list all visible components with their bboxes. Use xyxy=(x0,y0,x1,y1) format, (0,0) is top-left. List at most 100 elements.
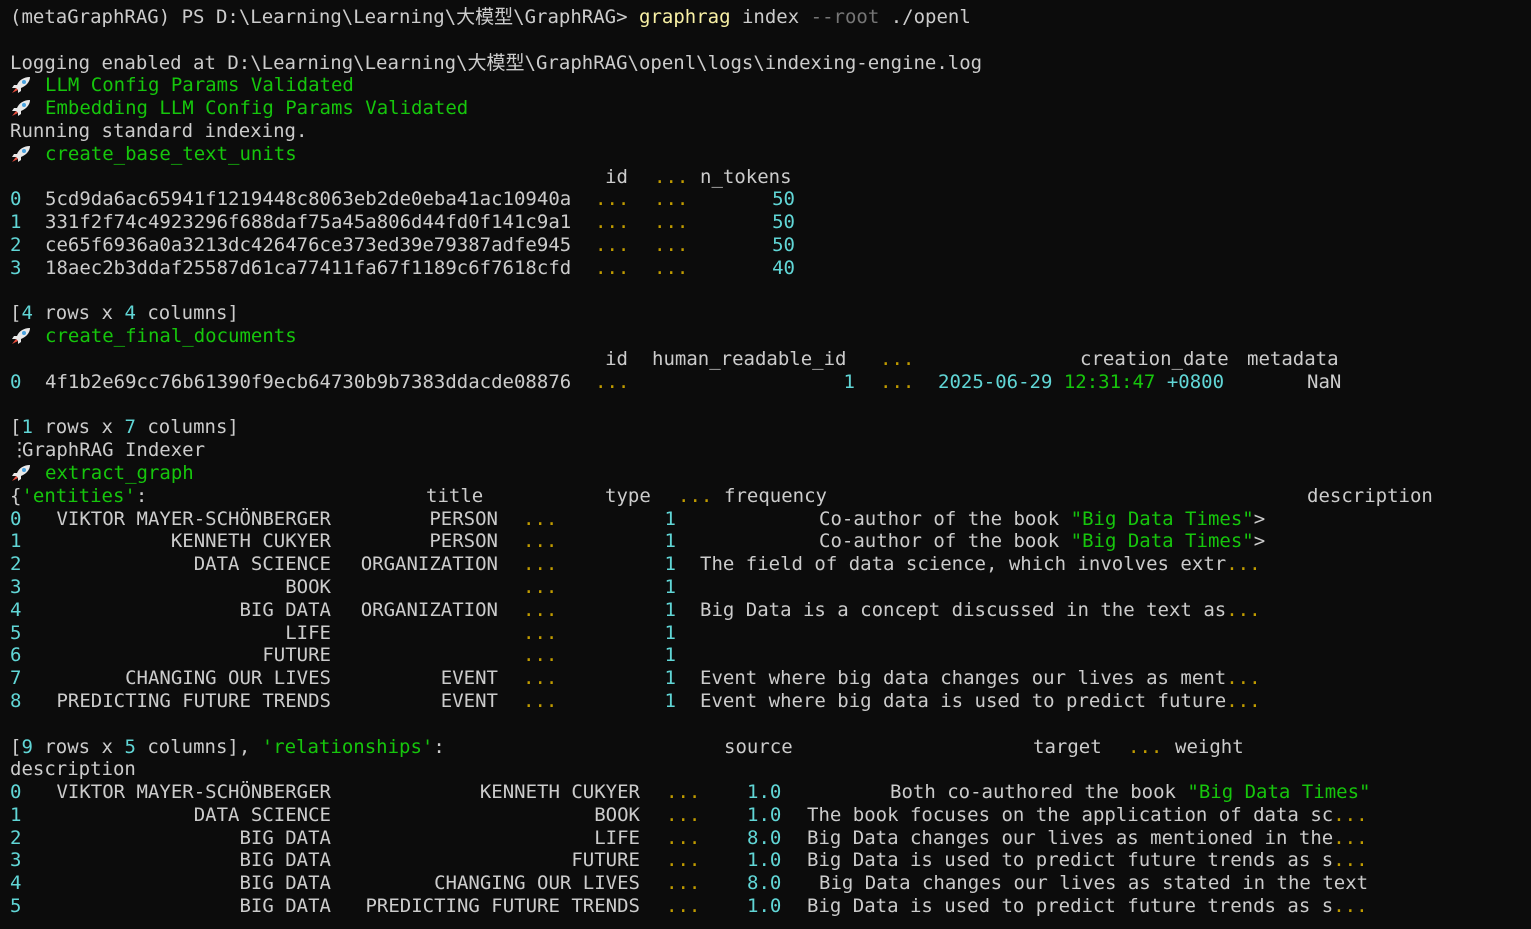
row-weight: 1.0 xyxy=(747,781,782,804)
description-quote: "Big Data Times" xyxy=(1070,507,1254,530)
row-frequency: 1 xyxy=(664,530,676,553)
row-target: BOOK xyxy=(594,803,640,826)
row-title: KENNETH CUKYER xyxy=(170,530,331,553)
col-header-target: target xyxy=(1033,735,1102,758)
step-text: LLM Config Params Validated xyxy=(45,74,354,97)
row-index: 3 xyxy=(10,256,22,279)
row-index: 6 xyxy=(10,644,22,667)
cols-label: columns], xyxy=(147,735,251,758)
row-id: 4f1b2e69cc76b61390f9ecb64730b9b7383ddacd… xyxy=(45,370,572,393)
table-row: 7 CHANGING OUR LIVES EVENT ... 1 Event w… xyxy=(10,667,1531,690)
ellipsis: ... xyxy=(666,849,701,872)
description-quote: "Big Data Times" xyxy=(1070,530,1254,553)
text-units-header: id ... n_tokens xyxy=(10,166,1531,189)
text-units-summary: [4 rows x 4 columns] xyxy=(10,302,239,325)
step-text-units: create_base_text_units xyxy=(10,143,1531,166)
row-n-tokens: 40 xyxy=(772,256,795,279)
row-index: 7 xyxy=(10,667,22,690)
row-type: ORGANIZATION xyxy=(360,598,498,621)
row-source: BIG DATA xyxy=(239,872,331,895)
row-index: 1 xyxy=(10,211,22,234)
truncation-ellipsis: ... xyxy=(595,233,630,256)
row-index: 2 xyxy=(10,553,22,576)
row-title: VIKTOR MAYER-SCHÖNBERGER xyxy=(56,507,331,530)
row-description: The book focuses on the application of d… xyxy=(807,804,1368,827)
truncation-ellipsis: ... xyxy=(1226,598,1261,621)
ellipsis: ... xyxy=(666,826,701,849)
col-header-weight: weight xyxy=(1175,735,1244,758)
table-row: 2 BIG DATA LIFE ... 8.0 Big Data changes… xyxy=(10,827,1531,850)
row-target: PREDICTING FUTURE TRENDS xyxy=(365,895,640,918)
row-id: 18aec2b3ddaf25587d61ca77411fa67f1189c6f7… xyxy=(45,256,572,279)
vertical-ellipsis-icon: ⋮ xyxy=(10,439,29,462)
shell-ps: PS xyxy=(181,6,205,28)
command-arg-root: ./openl xyxy=(890,6,971,28)
row-n-tokens: 50 xyxy=(772,211,795,234)
row-metadata: NaN xyxy=(1307,370,1342,393)
table-row: 2 DATA SCIENCE ORGANIZATION ... 1 The fi… xyxy=(10,553,1531,576)
row-description: Big Data changes our lives as mentioned … xyxy=(807,827,1368,850)
running-line: Running standard indexing. xyxy=(10,119,308,142)
col-header-frequency: frequency xyxy=(724,484,827,507)
documents-summary: [1 rows x 7 columns] xyxy=(10,416,239,439)
row-type: EVENT xyxy=(440,689,498,712)
row-frequency: 1 xyxy=(664,575,676,598)
step-embed-config: Embedding LLM Config Params Validated xyxy=(10,97,1531,120)
row-source: DATA SCIENCE xyxy=(193,803,331,826)
col-header-n-tokens: n_tokens xyxy=(700,165,792,188)
row-source: BIG DATA xyxy=(239,826,331,849)
timezone: +0800 xyxy=(1166,370,1225,393)
ellipsis: ... xyxy=(654,233,689,256)
row-title: LIFE xyxy=(285,621,331,644)
step-llm-config: LLM Config Params Validated xyxy=(10,74,1531,97)
ellipsis: ... xyxy=(523,667,558,690)
step-extract-graph: extract_graph xyxy=(10,462,1531,485)
rows-label: rows x xyxy=(44,735,113,758)
row-frequency: 1 xyxy=(664,507,676,530)
truncation-ellipsis: ... xyxy=(595,256,630,279)
col-header-id: id xyxy=(605,347,628,370)
col-count: 5 xyxy=(124,735,136,758)
entities-key: {'entities': xyxy=(10,484,148,507)
description-quote: "Big Data Times" xyxy=(1187,781,1371,804)
table-row: 3 BOOK ... 1 xyxy=(10,576,1531,599)
col-count: 4 xyxy=(124,302,136,325)
step-text: create_base_text_units xyxy=(45,142,297,165)
rows-label: rows x xyxy=(44,302,113,325)
col-header-human-readable-id: human_readable_id xyxy=(652,347,847,370)
terminal-window[interactable]: (metaGraphRAG) PS D:\Learning\Learning\大… xyxy=(0,0,1531,929)
env-name: (metaGraphRAG) xyxy=(10,6,171,28)
row-index: 8 xyxy=(10,689,22,712)
row-type: ORGANIZATION xyxy=(360,553,498,576)
description-tail: > xyxy=(1253,507,1266,530)
step-text: extract_graph xyxy=(45,461,194,484)
ellipsis: ... xyxy=(654,256,689,279)
cols-label: columns] xyxy=(147,416,239,439)
row-weight: 1.0 xyxy=(747,803,782,826)
description-tail: > xyxy=(1253,530,1266,553)
row-frequency: 1 xyxy=(664,621,676,644)
description-text: Both co-authored the book xyxy=(890,781,1188,804)
row-count: 1 xyxy=(21,416,33,439)
indexer-line: ⋮GraphRAG Indexer xyxy=(10,439,1531,462)
ellipsis: ... xyxy=(523,553,558,576)
command-name: graphrag xyxy=(639,6,731,28)
row-index: 3 xyxy=(10,849,22,872)
truncation-ellipsis: ... xyxy=(1333,895,1368,918)
description-text: The field of data science, which involve… xyxy=(700,553,1227,576)
row-id: 331f2f74c4923296f688daf75a45a806d44fd0f1… xyxy=(45,211,572,234)
ellipsis: ... xyxy=(523,689,558,712)
col-header-description: description xyxy=(10,758,136,781)
description-text: Event where big data is used to predict … xyxy=(700,689,1227,712)
row-title: CHANGING OUR LIVES xyxy=(125,667,331,690)
row-index: 0 xyxy=(10,781,22,804)
rows-label: rows x xyxy=(44,416,113,439)
ellipsis: ... xyxy=(880,347,915,370)
row-index: 0 xyxy=(10,507,22,530)
row-creation-date: 2025-06-29 12:31:47 +0800 xyxy=(938,371,1224,394)
table-row: 4 BIG DATA ORGANIZATION ... 1 Big Data i… xyxy=(10,599,1531,622)
ellipsis: ... xyxy=(666,895,701,918)
description-text: Co-author of the book xyxy=(819,507,1071,530)
table-row: 4 BIG DATA CHANGING OUR LIVES ... 8.0 Bi… xyxy=(10,872,1531,895)
row-index: 3 xyxy=(10,575,22,598)
